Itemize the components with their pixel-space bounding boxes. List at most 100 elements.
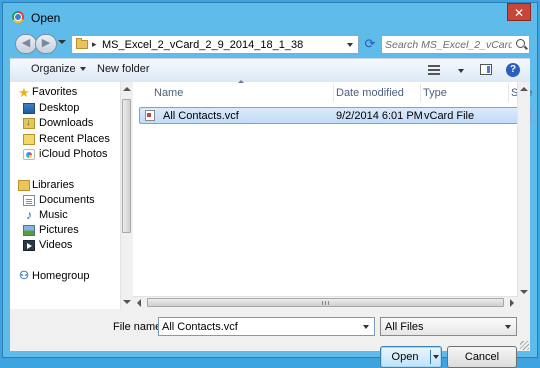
open-dropdown-icon[interactable] [433,355,439,359]
column-header-name[interactable]: Name [154,82,183,104]
sidebar-item-icloud-photos[interactable]: iCloud Photos [10,147,120,162]
icloud-photos-icon [23,149,35,160]
column-divider[interactable] [508,84,509,102]
sidebar-item-documents[interactable]: Documents [10,193,120,208]
address-dropdown-icon[interactable] [347,43,353,47]
star-icon: ★ [18,85,30,100]
sidebar-item-libraries[interactable]: Libraries [10,178,120,193]
music-icon: ♪ [26,208,32,222]
folder-icon [76,38,88,49]
table-row[interactable]: All Contacts.vcf 9/2/2014 6:01 PM vCard … [139,107,531,124]
pictures-icon [23,225,35,236]
documents-icon [23,195,35,206]
close-button[interactable]: ✕ [507,3,531,21]
refresh-icon[interactable]: ⟳ [362,36,378,52]
sidebar-item-videos[interactable]: Videos [10,238,120,253]
title-bar: Open ✕ [3,3,537,31]
views-icon[interactable] [428,65,440,75]
scroll-up-icon[interactable] [520,87,528,91]
recent-locations-dropdown[interactable] [58,40,66,44]
videos-icon [23,240,35,251]
scroll-right-icon[interactable] [510,299,514,307]
file-name-input[interactable] [162,319,357,334]
sidebar-item-label: Favorites [32,86,78,98]
scroll-down-icon[interactable] [520,290,528,294]
organize-label: Organize [31,63,76,75]
file-list: Name Date modified Type Size All Contact… [133,80,532,309]
file-name-dropdown-icon[interactable] [363,325,369,329]
chrome-icon [12,11,24,23]
new-folder-button[interactable]: New folder [97,63,150,75]
file-date-cell: 9/2/2014 6:01 PM [336,110,423,122]
sidebar-item-label: Pictures [39,224,79,236]
file-list-vertical-scrollbar[interactable] [517,82,530,309]
scroll-left-icon[interactable] [137,299,141,307]
back-button[interactable]: ◀ [15,34,37,54]
column-divider[interactable] [333,84,334,102]
views-dropdown-icon[interactable] [458,69,464,73]
sidebar-item-label: Homegroup [32,270,90,282]
file-type-cell: vCard File [424,110,475,122]
forward-button[interactable]: ▶ [35,34,57,54]
sidebar-item-label: Desktop [39,102,80,114]
chevron-down-icon [79,67,86,72]
recent-places-icon [23,134,35,145]
homegroup-icon: ⚇ [19,270,29,282]
file-name-field[interactable] [158,317,375,336]
sidebar-item-favorites[interactable]: ★ Favorites [10,85,120,100]
sidebar-item-label: Downloads [39,117,94,129]
scroll-up-icon[interactable] [123,87,131,91]
chevron-down-icon [505,325,511,329]
file-name-label: File name: [113,321,165,333]
resize-grip-icon[interactable] [520,341,529,350]
dialog-footer: File name: All Files Open Cancel [10,310,530,368]
preview-pane-icon[interactable] [480,64,492,75]
downloads-icon [23,117,35,129]
sidebar-scrollbar[interactable] [120,82,133,309]
sort-ascending-icon [238,80,244,83]
sidebar-item-label: Recent Places [39,133,110,145]
sidebar-item-recent-places[interactable]: Recent Places [10,132,120,147]
sidebar-item-label: Videos [39,239,73,251]
sidebar-item-music[interactable]: ♪ Music [10,208,120,223]
address-bar[interactable]: ▸ MS_Excel_2_vCard_2_9_2014_18_1_38 [71,35,359,54]
file-list-horizontal-scrollbar[interactable] [133,296,518,309]
open-button-label: Open [391,351,419,363]
cancel-button[interactable]: Cancel [447,346,517,368]
scroll-grip-icon [321,301,330,305]
search-input[interactable] [385,37,512,52]
open-button[interactable]: Open [380,346,442,368]
breadcrumb-separator-icon[interactable]: ▸ [92,39,97,50]
sidebar-item-label: Music [39,209,68,221]
column-header-type[interactable]: Type [423,82,447,104]
sidebar-item-desktop[interactable]: Desktop [10,101,120,116]
file-type-select[interactable]: All Files [380,317,517,336]
sidebar-item-pictures[interactable]: Pictures [10,223,120,238]
scroll-down-icon[interactable] [123,300,131,304]
sidebar-item-label: iCloud Photos [39,148,108,160]
open-dialog: Open ✕ ◀ ▶ ▸ MS_Excel_2_vCard_2_9_2014_1… [2,2,538,368]
libraries-icon [18,180,30,191]
sidebar-item-homegroup[interactable]: ⚇ Homegroup [10,269,120,284]
breadcrumb-current-folder[interactable]: MS_Excel_2_vCard_2_9_2014_18_1_38 [102,39,303,51]
column-divider[interactable] [420,84,421,102]
split-divider [430,350,431,364]
sidebar-item-downloads[interactable]: Downloads [10,116,120,131]
window-title: Open [31,11,61,25]
vcard-file-icon [145,110,155,121]
help-icon[interactable]: ? [506,63,520,77]
sidebar-scroll-thumb[interactable] [122,99,131,233]
address-row: ◀ ▶ ▸ MS_Excel_2_vCard_2_9_2014_18_1_38 … [10,31,530,58]
file-name-cell: All Contacts.vcf [163,110,239,122]
command-bar: Organize New folder ? [10,58,530,83]
sidebar-item-label: Libraries [32,179,75,191]
search-icon[interactable] [516,39,525,48]
column-header-date-modified[interactable]: Date modified [336,82,404,104]
sidebar-item-label: Documents [39,194,95,206]
desktop-icon [23,103,35,114]
search-box[interactable] [381,35,530,54]
organize-button[interactable]: Organize [31,63,86,75]
horizontal-scroll-thumb[interactable] [147,298,504,307]
file-type-value: All Files [385,321,424,333]
navigation-pane: ★ Favorites Desktop Downloads Recent Pla… [10,82,133,309]
